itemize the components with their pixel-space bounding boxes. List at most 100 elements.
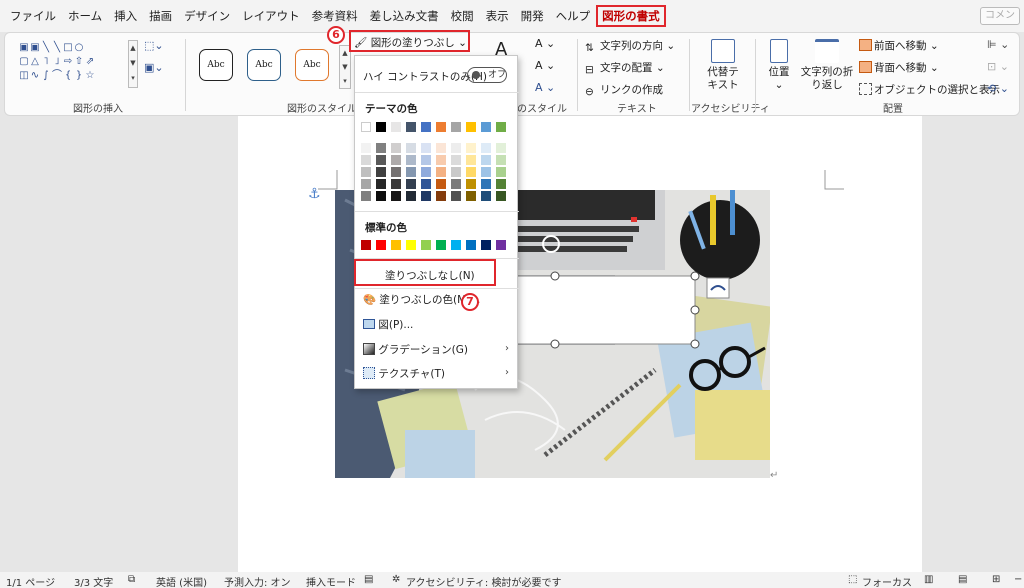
read-mode-icon[interactable]: ▥: [924, 574, 933, 585]
tab-help[interactable]: ヘルプ: [550, 5, 597, 27]
standard-color-swatch[interactable]: [421, 240, 431, 250]
theme-shade-swatch[interactable]: [481, 143, 491, 153]
theme-shade-swatch[interactable]: [406, 179, 416, 189]
theme-shade-swatch[interactable]: [466, 179, 476, 189]
wrap-text-button[interactable]: 文字列の折 り返し: [799, 39, 855, 92]
shape-style-3[interactable]: Abc: [295, 49, 329, 81]
comment-button[interactable]: コメン: [980, 7, 1020, 25]
theme-shade-swatch[interactable]: [466, 167, 476, 177]
selection-pane-button[interactable]: オブジェクトの選択と表示: [859, 82, 1000, 97]
standard-color-swatch[interactable]: [406, 240, 416, 250]
tab-design[interactable]: デザイン: [178, 5, 236, 27]
standard-color-swatch[interactable]: [481, 240, 491, 250]
create-link-button[interactable]: ⊖ リンクの作成: [585, 82, 663, 98]
theme-color-swatch[interactable]: [391, 122, 401, 132]
texture-menu-item[interactable]: テクスチャ(T): [363, 366, 445, 381]
theme-shade-swatch[interactable]: [361, 167, 371, 177]
theme-shade-swatch[interactable]: [451, 167, 461, 177]
shape-style-2[interactable]: Abc: [247, 49, 281, 81]
group-icon[interactable]: ⊡ ⌄: [987, 60, 1009, 73]
theme-shade-swatch[interactable]: [421, 143, 431, 153]
theme-shade-swatch[interactable]: [496, 191, 506, 201]
star-icon[interactable]: ☆: [85, 69, 95, 83]
theme-color-swatch[interactable]: [376, 122, 386, 132]
theme-color-swatch[interactable]: [451, 122, 461, 132]
theme-shade-swatch[interactable]: [406, 155, 416, 165]
shape-gallery-scroll[interactable]: ▲ ▼ ▾: [128, 40, 138, 88]
theme-shade-swatch[interactable]: [391, 191, 401, 201]
theme-shade-swatch[interactable]: [376, 155, 386, 165]
read-aloud-icon[interactable]: ⧉: [128, 574, 135, 585]
theme-shade-swatch[interactable]: [361, 143, 371, 153]
bevel-icon[interactable]: ◫: [19, 69, 29, 83]
theme-shade-swatch[interactable]: [481, 155, 491, 165]
status-language[interactable]: 英語 (米国): [156, 574, 207, 588]
align-icon[interactable]: ⊫ ⌄: [987, 38, 1009, 51]
tab-review[interactable]: 校閲: [445, 5, 480, 27]
bracket-icon[interactable]: }: [74, 69, 84, 83]
elbow-connector-icon[interactable]: ˥: [41, 55, 51, 69]
rounded-rectangle-icon[interactable]: ▢: [19, 55, 29, 69]
gradient-menu-item[interactable]: グラデーション(G): [363, 342, 468, 357]
theme-shade-swatch[interactable]: [466, 143, 476, 153]
theme-shade-swatch[interactable]: [361, 155, 371, 165]
triangle-icon[interactable]: △: [30, 55, 40, 69]
theme-color-swatch[interactable]: [466, 122, 476, 132]
text-fill-icon[interactable]: A ⌄: [535, 37, 555, 50]
status-page[interactable]: 1/1 ページ: [6, 574, 55, 588]
tab-view[interactable]: 表示: [480, 5, 515, 27]
theme-shade-swatch[interactable]: [436, 155, 446, 165]
rectangle-icon[interactable]: □: [63, 41, 73, 55]
theme-shade-swatch[interactable]: [466, 155, 476, 165]
status-word-count[interactable]: 3/3 文字: [74, 574, 113, 588]
theme-shade-swatch[interactable]: [436, 167, 446, 177]
tab-layout[interactable]: レイアウト: [236, 5, 306, 27]
theme-shade-swatch[interactable]: [496, 155, 506, 165]
arrow-right-icon[interactable]: ⇨: [63, 55, 73, 69]
arrow-up-icon[interactable]: ⇧: [74, 55, 84, 69]
theme-shade-swatch[interactable]: [391, 167, 401, 177]
theme-shade-swatch[interactable]: [496, 143, 506, 153]
theme-shade-swatch[interactable]: [391, 143, 401, 153]
theme-shade-swatch[interactable]: [361, 179, 371, 189]
standard-color-swatch[interactable]: [496, 240, 506, 250]
standard-color-swatch[interactable]: [451, 240, 461, 250]
theme-shade-swatch[interactable]: [376, 143, 386, 153]
theme-shade-swatch[interactable]: [406, 167, 416, 177]
theme-color-swatch[interactable]: [496, 122, 506, 132]
theme-shade-swatch[interactable]: [421, 191, 431, 201]
tab-developer[interactable]: 開発: [515, 5, 550, 27]
elbow-connector-icon[interactable]: ˩: [52, 55, 62, 69]
align-text-button[interactable]: ⊟ 文字の配置 ⌄: [585, 60, 665, 76]
bring-forward-button[interactable]: 前面へ移動 ⌄: [859, 38, 939, 53]
status-insert-mode[interactable]: 挿入モード: [306, 574, 356, 588]
theme-shade-swatch[interactable]: [406, 143, 416, 153]
theme-shade-swatch[interactable]: [451, 155, 461, 165]
theme-shade-swatch[interactable]: [496, 167, 506, 177]
theme-color-swatch[interactable]: [406, 122, 416, 132]
theme-shade-swatch[interactable]: [421, 155, 431, 165]
tab-draw[interactable]: 描画: [143, 5, 178, 27]
zoom-out-icon[interactable]: −: [1014, 574, 1022, 585]
theme-shade-swatch[interactable]: [451, 143, 461, 153]
status-accessibility[interactable]: アクセシビリティ: 検討が必要です: [406, 574, 561, 588]
theme-shade-swatch[interactable]: [481, 191, 491, 201]
theme-shade-swatch[interactable]: [436, 179, 446, 189]
alt-text-button[interactable]: 代替テ キスト: [697, 39, 749, 92]
text-direction-button[interactable]: ⇅ 文字列の方向 ⌄: [585, 38, 675, 54]
theme-shade-swatch[interactable]: [481, 167, 491, 177]
theme-shade-swatch[interactable]: [466, 191, 476, 201]
arrow-icon[interactable]: ⇗: [85, 55, 95, 69]
send-backward-button[interactable]: 背面へ移動 ⌄: [859, 60, 939, 75]
print-layout-icon[interactable]: ▤: [958, 574, 967, 585]
theme-shade-swatch[interactable]: [436, 191, 446, 201]
theme-shade-swatch[interactable]: [406, 191, 416, 201]
shape-gallery[interactable]: ▣ ▣ ╲ ╲ □ ○ ▢ △ ˥ ˩ ⇨ ⇧ ⇗ ◫ ∿ ∫ ⌒{} ☆: [19, 41, 128, 83]
picture-fill-menu-item[interactable]: 図(P)...: [363, 317, 413, 332]
theme-shade-swatch[interactable]: [376, 179, 386, 189]
shape-style-1[interactable]: Abc: [199, 49, 233, 81]
line-icon[interactable]: ╲: [52, 41, 62, 55]
theme-shade-swatch[interactable]: [451, 191, 461, 201]
theme-shade-swatch[interactable]: [376, 191, 386, 201]
status-predictive[interactable]: 予測入力: オン: [224, 574, 291, 588]
